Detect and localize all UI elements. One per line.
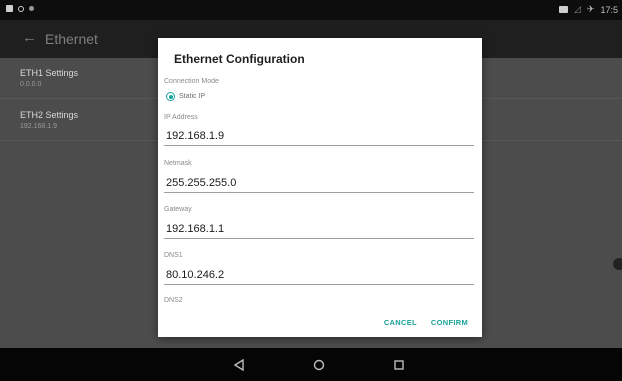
radio-label: Static IP xyxy=(179,93,206,100)
list-item-subtitle: 192.168.1.9 xyxy=(20,123,57,130)
ip-address-label: IP Address xyxy=(164,114,198,121)
notification-icon xyxy=(6,5,13,12)
nav-back-icon[interactable] xyxy=(228,354,250,376)
back-arrow-icon[interactable]: ← xyxy=(22,29,37,46)
radio-static-ip[interactable]: Static IP xyxy=(166,92,205,101)
list-item-subtitle: 0.0.0.0 xyxy=(20,81,42,88)
list-item-title: ETH1 Settings xyxy=(20,68,79,78)
netmask-input[interactable]: 255.255.255.0 xyxy=(164,172,474,193)
list-item-title: ETH2 Settings xyxy=(20,110,79,120)
navigation-bar xyxy=(0,348,622,381)
dns1-label: DNS1 xyxy=(164,252,183,259)
scroll-handle[interactable] xyxy=(613,258,622,270)
netmask-label: Netmask xyxy=(164,160,192,167)
status-left-icons xyxy=(6,5,34,12)
cancel-button[interactable]: CANCEL xyxy=(384,318,417,327)
signal-icon: ◿ xyxy=(574,4,581,14)
confirm-button[interactable]: CONFIRM xyxy=(431,318,468,327)
status-time: 17:5 xyxy=(600,4,618,15)
nav-recents-icon[interactable] xyxy=(388,354,410,376)
dns2-label: DNS2 xyxy=(164,297,183,304)
status-bar: ◿ ✈ 17:5 xyxy=(0,0,622,20)
dns1-value: 80.10.246.2 xyxy=(166,269,225,281)
dns1-input[interactable]: 80.10.246.2 xyxy=(164,264,474,285)
dialog-actions: CANCEL CONFIRM xyxy=(384,318,468,327)
status-right-icons: ◿ ✈ 17:5 xyxy=(559,4,618,15)
radio-selected-icon xyxy=(166,92,175,101)
screenshot-icon xyxy=(559,6,568,13)
ethernet-config-dialog: Ethernet Configuration Connection Mode S… xyxy=(158,38,482,337)
circle-icon xyxy=(18,5,24,12)
gateway-label: Gateway xyxy=(164,206,192,213)
connection-mode-label: Connection Mode xyxy=(164,78,219,85)
ip-address-input[interactable]: 192.168.1.9 xyxy=(164,125,474,146)
dot-icon xyxy=(29,6,34,11)
ip-address-value: 192.168.1.9 xyxy=(166,130,225,142)
gateway-value: 192.168.1.1 xyxy=(166,223,225,235)
page-title: Ethernet xyxy=(45,31,98,47)
nav-home-icon[interactable] xyxy=(308,354,330,376)
gateway-input[interactable]: 192.168.1.1 xyxy=(164,218,474,239)
netmask-value: 255.255.255.0 xyxy=(166,177,237,189)
airplane-icon: ✈ xyxy=(586,4,595,14)
dialog-title: Ethernet Configuration xyxy=(174,52,305,66)
